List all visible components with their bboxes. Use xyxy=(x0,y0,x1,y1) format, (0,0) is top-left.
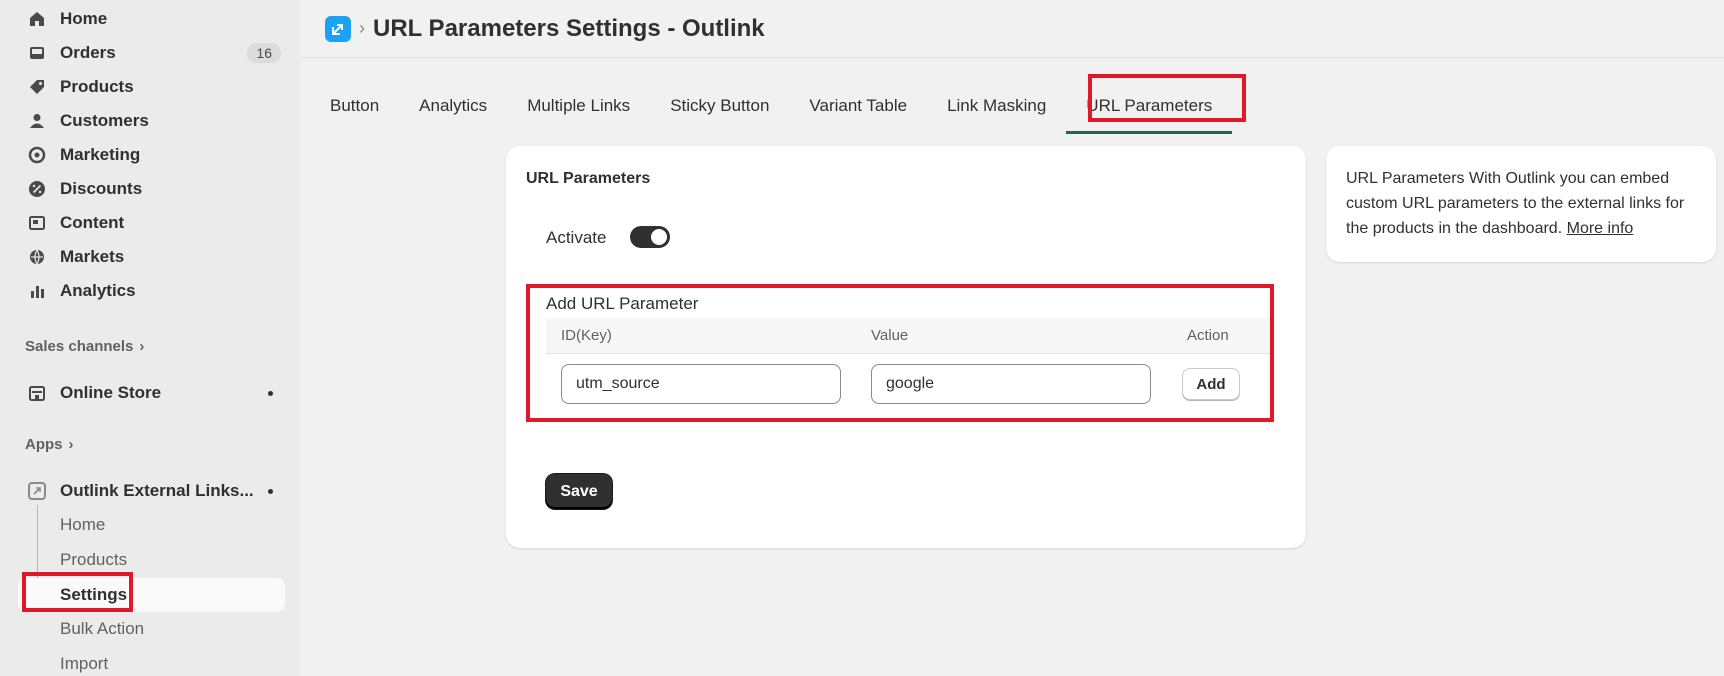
apps-label: Apps xyxy=(25,436,63,453)
status-dot xyxy=(268,390,273,396)
nav-home[interactable]: Home xyxy=(26,4,281,34)
info-text: URL Parameters With Outlink you can embe… xyxy=(1346,170,1685,237)
nav-label: Customers xyxy=(60,111,149,130)
nav-content[interactable]: Content xyxy=(26,208,281,238)
discount-icon xyxy=(26,178,48,200)
orders-icon xyxy=(26,42,48,64)
store-icon xyxy=(26,382,48,404)
page-title: URL Parameters Settings - Outlink xyxy=(373,14,765,42)
sidebar: Home Orders 16 Products Customers Market… xyxy=(0,0,300,676)
nav-products[interactable]: Products xyxy=(26,72,281,102)
info-card: URL Parameters With Outlink you can embe… xyxy=(1326,146,1716,262)
bar-chart-icon xyxy=(26,280,48,302)
toggle-knob xyxy=(651,229,667,245)
nav-label: Discounts xyxy=(60,179,143,198)
nav-label: Online Store xyxy=(60,383,162,402)
app-nav-products[interactable]: Products xyxy=(60,545,127,575)
nav-marketing[interactable]: Marketing xyxy=(26,140,281,170)
app-nav-import[interactable]: Import xyxy=(60,649,108,676)
tag-icon xyxy=(26,76,48,98)
save-button[interactable]: Save xyxy=(546,474,612,509)
nav-customers[interactable]: Customers xyxy=(26,106,281,136)
card-title: URL Parameters xyxy=(526,170,651,187)
activate-label: Activate xyxy=(546,228,607,247)
nav-label: Markets xyxy=(60,247,125,266)
orders-count-badge: 16 xyxy=(247,43,281,63)
tab-multiple-links[interactable]: Multiple Links xyxy=(507,80,650,132)
nav-label: Analytics xyxy=(60,281,136,300)
nav-outlink-app[interactable]: Outlink External Links... xyxy=(26,476,281,506)
sales-channels-label: Sales channels xyxy=(25,338,134,355)
nav-label: Content xyxy=(60,213,125,232)
app-nav-bulk-action[interactable]: Bulk Action xyxy=(60,614,144,644)
nav-markets[interactable]: Markets xyxy=(26,242,281,272)
nav-label: Marketing xyxy=(60,145,141,164)
status-dot xyxy=(268,488,273,494)
tab-link-masking[interactable]: Link Masking xyxy=(927,80,1066,132)
tab-sticky-button[interactable]: Sticky Button xyxy=(650,80,789,132)
content-icon xyxy=(26,212,48,234)
app-nav-home[interactable]: Home xyxy=(60,510,105,540)
tab-analytics[interactable]: Analytics xyxy=(399,80,507,132)
apps-header[interactable]: Apps › xyxy=(25,436,74,453)
person-icon xyxy=(26,110,48,132)
settings-highlight-box xyxy=(22,572,133,612)
app-outlink-icon[interactable] xyxy=(325,15,351,42)
url-parameters-tab-highlight-box xyxy=(1088,74,1246,122)
add-parameter-highlight-box xyxy=(526,284,1274,422)
nav-label: Outlink External Links... xyxy=(60,481,254,500)
nav-online-store[interactable]: Online Store xyxy=(26,378,281,408)
tab-variant-table[interactable]: Variant Table xyxy=(789,80,927,132)
nav-label: Orders xyxy=(60,43,116,62)
tab-button[interactable]: Button xyxy=(310,80,399,132)
nav-label: Products xyxy=(60,77,134,96)
sales-channels-header[interactable]: Sales channels › xyxy=(25,338,144,355)
nav-orders[interactable]: Orders 16 xyxy=(26,38,281,68)
nav-label: Home xyxy=(60,9,108,28)
app-outlink-icon xyxy=(26,480,48,502)
chevron-right-icon: › xyxy=(139,338,145,355)
home-icon xyxy=(26,8,48,30)
breadcrumb-separator: › xyxy=(359,18,365,38)
nav-discounts[interactable]: Discounts xyxy=(26,174,281,204)
more-info-link[interactable]: More info xyxy=(1567,220,1634,237)
page-header: › URL Parameters Settings - Outlink xyxy=(300,0,1724,58)
activate-toggle[interactable] xyxy=(630,226,670,248)
chevron-right-icon: › xyxy=(68,436,74,453)
marketing-icon xyxy=(26,144,48,166)
nav-analytics[interactable]: Analytics xyxy=(26,276,281,306)
globe-icon xyxy=(26,246,48,268)
